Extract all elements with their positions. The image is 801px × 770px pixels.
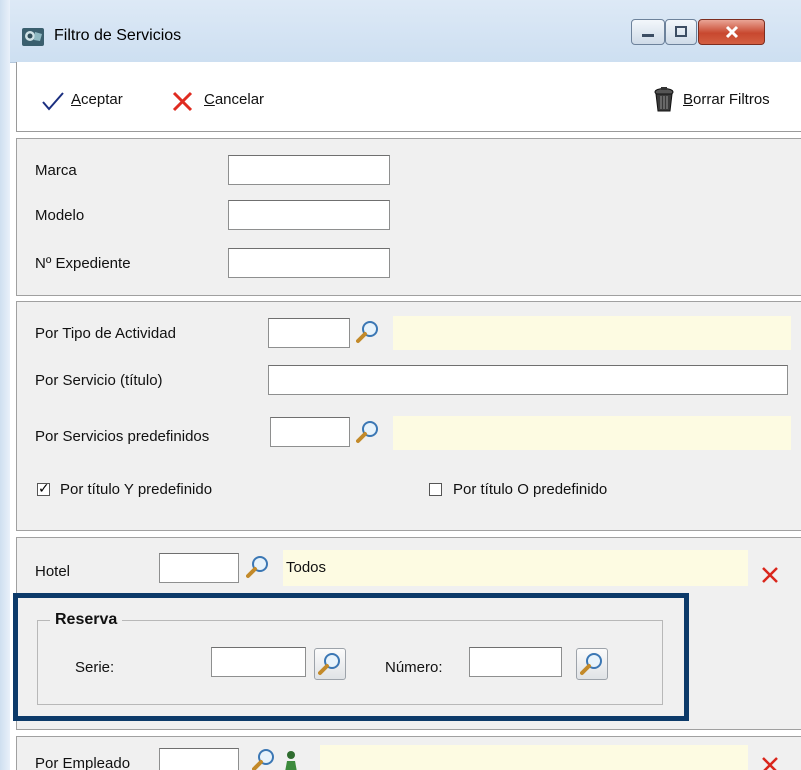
activity-type-code-input[interactable] [268,318,350,348]
reserva-highlight-frame [13,593,689,721]
minimize-button[interactable] [631,19,665,45]
window-left-border [0,0,10,770]
caption-buttons [631,19,795,49]
file-number-label: Nº Expediente [35,255,131,272]
clear-filters-button[interactable]: Borrar Filtros [652,85,797,115]
clear-label-rest: orrar Filtros [693,91,770,108]
file-number-input[interactable] [228,248,390,278]
accept-label-rest: ceptar [81,91,123,108]
predefined-services-label: Por Servicios predefinidos [35,428,210,445]
clear-filters-label: Borrar Filtros [683,91,770,108]
magnifier-icon[interactable] [252,748,276,770]
magnifier-icon[interactable] [356,320,380,344]
brand-input[interactable] [228,155,390,185]
checkmark-icon [42,92,64,111]
activity-type-description [393,316,791,350]
hotel-description-text: Todos [286,559,327,576]
maximize-icon [675,26,687,37]
model-label: Modelo [35,207,85,224]
hotel-label: Hotel [35,563,71,580]
cancel-label-rest: ancelar [214,91,265,108]
employee-description [320,745,748,770]
title-and-predefined-checkbox[interactable]: ✓ [37,480,50,496]
predefined-code-input[interactable] [270,417,350,447]
hotel-description: Todos [283,550,748,586]
activity-type-label: Por Tipo de Actividad [35,325,176,342]
clear-employee-icon[interactable] [761,756,779,770]
predefined-description [393,416,791,450]
checked-mark-icon: ✓ [38,480,50,496]
accept-accesskey: A [71,91,82,108]
cancel-accesskey: C [204,91,215,108]
filter-window: Filtro de Servicios Aceptar Cancelar Bor… [0,0,801,770]
magnifier-icon[interactable] [356,420,380,444]
magnifier-icon[interactable] [246,555,270,579]
maximize-button[interactable] [665,19,697,45]
app-window-icon [22,28,44,46]
accept-button[interactable]: Aceptar [40,85,150,115]
window-title: Filtro de Servicios [54,27,182,44]
title-or-predefined-checkbox[interactable] [429,483,442,496]
trash-can-icon [654,87,674,112]
clear-hotel-icon[interactable] [761,566,779,584]
model-input[interactable] [228,200,390,230]
accept-label: Aceptar [71,91,123,108]
red-x-icon [172,91,193,112]
brand-label: Marca [35,162,77,179]
minimize-icon [642,34,654,37]
title-or-predefined-label: Por título O predefinido [453,481,608,498]
service-title-label: Por Servicio (título) [35,372,163,389]
close-icon [725,25,739,39]
person-icon[interactable] [283,750,299,770]
employee-label: Por Empleado [35,755,131,770]
cancel-label: Cancelar [204,91,264,108]
title-and-predefined-label: Por título Y predefinido [60,481,213,498]
vehicle-panel [16,138,801,296]
employee-code-input[interactable] [159,748,239,770]
close-button[interactable] [698,19,765,45]
hotel-code-input[interactable] [159,553,239,583]
clear-accesskey: B [683,91,694,108]
service-title-input[interactable] [268,365,788,395]
cancel-button[interactable]: Cancelar [171,85,291,115]
